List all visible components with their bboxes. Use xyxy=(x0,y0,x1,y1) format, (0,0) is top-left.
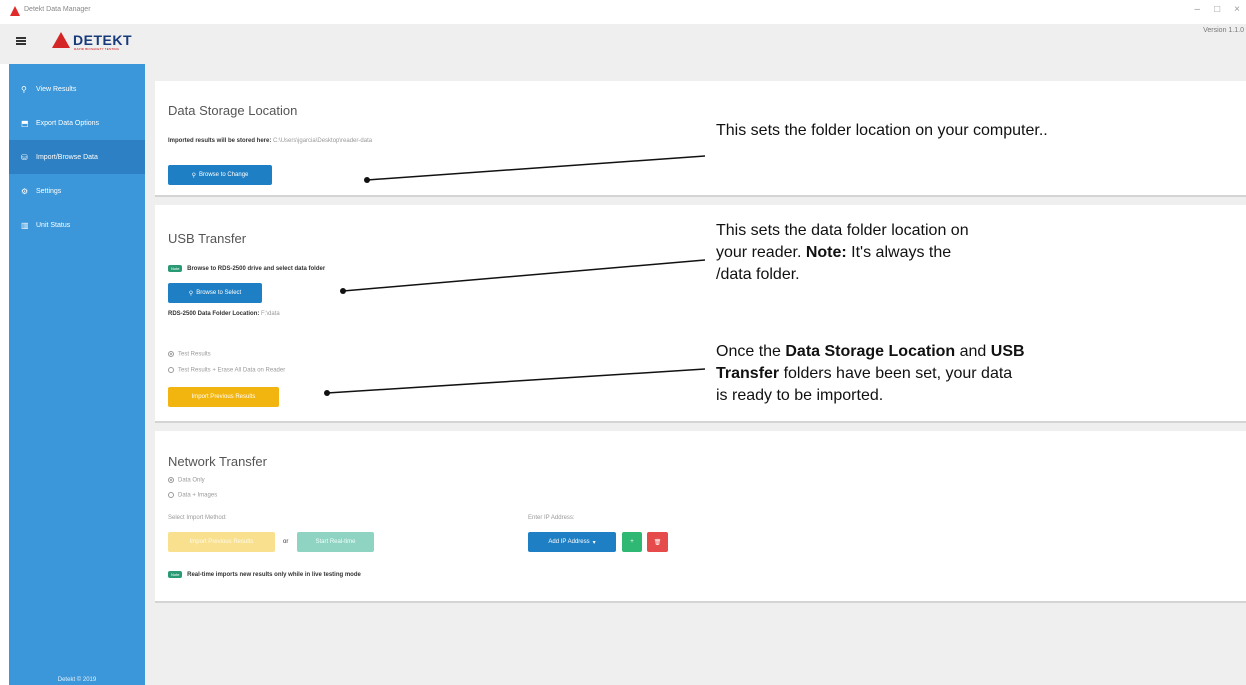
usb-import-previous-button[interactable]: Import Previous Results xyxy=(168,387,279,407)
window-title: Detekt Data Manager xyxy=(24,6,91,13)
logo-tagline: RAPID BIOSAFETY TESTING xyxy=(74,47,120,51)
storage-path: C:\Users\jgarcia\Desktop\reader-data xyxy=(273,138,373,144)
radio-label: Data + Images xyxy=(178,492,218,499)
logo-triangle-icon xyxy=(52,32,70,48)
storage-path-row: Imported results will be stored here: C:… xyxy=(168,138,372,144)
logo-text: DETEKT xyxy=(73,31,132,48)
sidebar-item-export[interactable]: ⬒ Export Data Options xyxy=(9,106,145,140)
note-badge: Note xyxy=(168,265,183,272)
annotation-text: Transfer xyxy=(716,365,780,382)
radio-icon xyxy=(168,367,174,373)
sidebar-item-label: Unit Status xyxy=(36,221,71,229)
button-label: Import Previous Results xyxy=(191,394,256,400)
close-icon[interactable]: × xyxy=(1234,4,1240,15)
annotation-text: It's always the xyxy=(846,244,952,261)
search-icon: ⚲ xyxy=(21,84,27,94)
menu-icon[interactable] xyxy=(16,37,26,45)
annotation-text: Data Storage Location xyxy=(785,343,956,360)
button-label: Browse to Select xyxy=(196,290,242,296)
button-label: Start Real-time xyxy=(315,539,356,545)
radio-label: Test Results + Erase All Data on Reader xyxy=(178,367,286,374)
radio-icon xyxy=(168,351,174,357)
window-titlebar: Detekt Data Manager – □ × xyxy=(0,0,1246,24)
radio-label: Test Results xyxy=(178,351,211,358)
button-label: Add IP Address xyxy=(548,539,590,545)
button-label: Import Previous Results xyxy=(189,539,254,545)
minimize-icon[interactable]: – xyxy=(1195,4,1201,15)
storage-title: Data Storage Location xyxy=(168,103,298,118)
sidebar-item-settings[interactable]: ⚙ Settings xyxy=(9,174,145,208)
radio-icon xyxy=(168,492,174,498)
annotation-text: your reader. xyxy=(716,244,806,261)
annotation-import: Once the Data Storage Location and USB T… xyxy=(716,341,1186,407)
gear-icon: ⚙ xyxy=(21,186,29,196)
search-icon: ⚲ xyxy=(188,290,194,297)
annotation-text: Note: xyxy=(805,244,847,261)
usb-note-text: Browse to RDS-2500 drive and select data… xyxy=(187,266,326,273)
usb-title: USB Transfer xyxy=(168,231,247,246)
sidebar-footer: Detekt © 2019 xyxy=(57,677,97,683)
network-card: Network Transfer Data Only Data + Images… xyxy=(155,431,1246,603)
sidebar-item-label: View Results xyxy=(36,85,77,93)
version-label: Version 1.1.0 xyxy=(1203,27,1244,34)
network-import-previous-button[interactable]: Import Previous Results xyxy=(168,532,275,552)
plus-icon: + xyxy=(630,539,634,545)
note-badge: Note xyxy=(168,571,183,578)
network-title: Network Transfer xyxy=(168,454,267,469)
storage-label: Imported results will be stored here: xyxy=(168,138,272,144)
add-ip-address-button[interactable]: Add IP Address ▾ xyxy=(528,532,616,552)
app-logo-icon xyxy=(10,6,20,16)
status-icon: ▥ xyxy=(21,220,29,230)
network-note-text: Real-time imports new results only while… xyxy=(187,572,361,579)
annotation-text: USB xyxy=(990,343,1025,360)
sidebar: ⚲ View Results ⬒ Export Data Options ⛁ I… xyxy=(9,64,145,685)
browse-to-select-button[interactable]: ⚲ Browse to Select xyxy=(168,283,262,303)
delete-button[interactable]: 🗑 xyxy=(647,532,668,552)
button-label: Browse to Change xyxy=(199,172,249,178)
annotation-text: This sets the data folder location on xyxy=(716,222,969,239)
start-realtime-button[interactable]: Start Real-time xyxy=(297,532,374,552)
radio-label: Data Only xyxy=(178,477,205,484)
database-icon: ⛁ xyxy=(21,152,28,162)
radio-icon xyxy=(168,477,174,483)
trash-icon: 🗑 xyxy=(653,539,662,546)
sidebar-item-unit-status[interactable]: ▥ Unit Status xyxy=(9,208,145,242)
or-text: or xyxy=(283,539,289,545)
radio-test-results-erase[interactable]: Test Results + Erase All Data on Reader xyxy=(168,367,285,374)
usb-folder-row: RDS-2500 Data Folder Location: F:\data xyxy=(168,311,280,317)
maximize-icon[interactable]: □ xyxy=(1214,4,1220,15)
sidebar-item-label: Export Data Options xyxy=(36,119,100,127)
sidebar-item-view-results[interactable]: ⚲ View Results xyxy=(9,72,145,106)
network-note: Note Real-time imports new results only … xyxy=(168,571,361,578)
annotation-text: /data folder. xyxy=(716,266,800,283)
annotation-text: Once the xyxy=(716,343,786,360)
radio-test-results[interactable]: Test Results xyxy=(168,351,211,358)
annotation-text: and xyxy=(955,343,991,360)
usb-folder-label: RDS-2500 Data Folder Location: xyxy=(168,311,260,317)
add-button[interactable]: + xyxy=(622,532,642,552)
import-method-label: Select Import Method: xyxy=(168,515,227,521)
detekt-logo: DETEKT RAPID BIOSAFETY TESTING xyxy=(52,31,132,51)
annotation-storage: This sets the folder location on your co… xyxy=(716,122,1048,139)
chevron-down-icon: ▾ xyxy=(592,539,596,546)
app-header: DETEKT RAPID BIOSAFETY TESTING xyxy=(0,24,1246,64)
search-icon: ⚲ xyxy=(191,172,197,179)
usb-note: Note Browse to RDS-2500 drive and select… xyxy=(168,265,325,272)
annotation-text: folders have been set, your data xyxy=(779,365,1013,382)
export-icon: ⬒ xyxy=(21,118,29,128)
sidebar-item-import[interactable]: ⛁ Import/Browse Data xyxy=(9,140,145,174)
sidebar-item-label: Import/Browse Data xyxy=(36,153,98,161)
ip-address-label: Enter IP Address: xyxy=(528,515,575,521)
browse-to-change-button[interactable]: ⚲ Browse to Change xyxy=(168,165,272,185)
usb-folder-value: F:\data xyxy=(261,311,280,317)
radio-data-only[interactable]: Data Only xyxy=(168,477,205,484)
annotation-text: is ready to be imported. xyxy=(716,387,884,404)
sidebar-item-label: Settings xyxy=(36,187,62,195)
radio-data-images[interactable]: Data + Images xyxy=(168,492,217,499)
window-controls: – □ × xyxy=(1195,4,1240,15)
annotation-usb: This sets the data folder location on yo… xyxy=(716,220,1106,286)
